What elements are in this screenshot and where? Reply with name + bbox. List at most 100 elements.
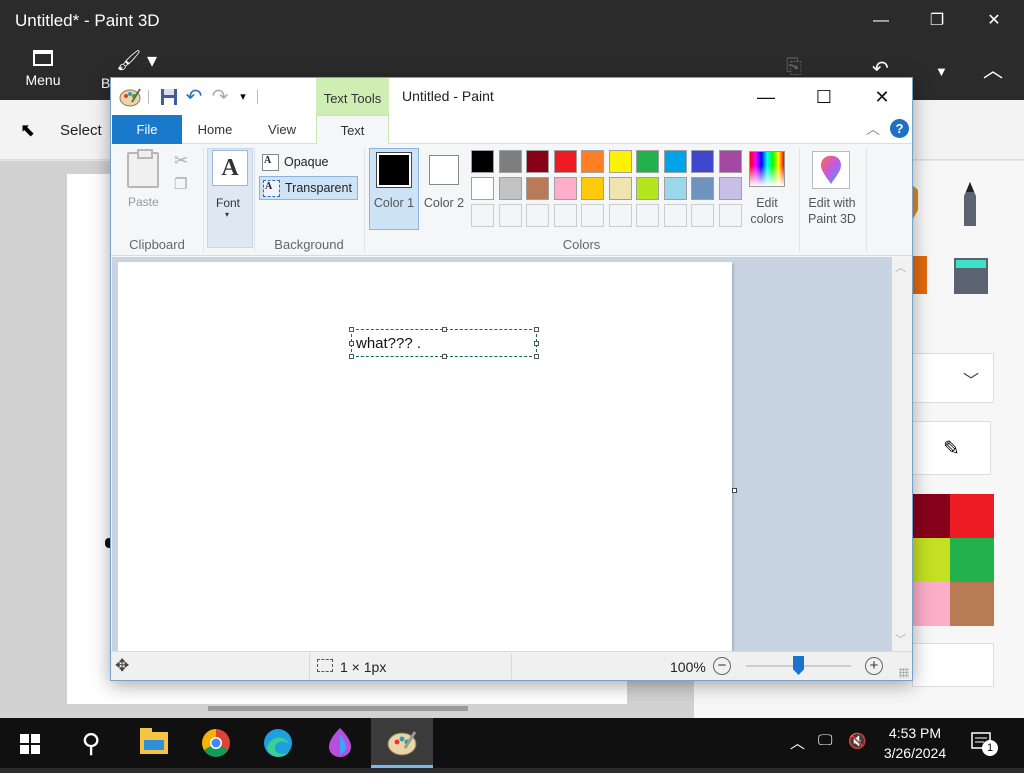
fill-bucket-icon[interactable] <box>952 252 990 296</box>
edge-icon[interactable] <box>247 718 309 768</box>
paste-button[interactable]: Paste <box>128 195 159 209</box>
color-swatch[interactable] <box>950 538 994 582</box>
tab-file[interactable]: File <box>112 115 182 144</box>
paste-icon[interactable]: ⎘ <box>786 56 802 79</box>
paint-app-icon[interactable] <box>119 86 141 108</box>
scroll-down-icon[interactable]: ﹀ <box>895 631 906 647</box>
paint-canvas[interactable]: what??? . <box>118 262 732 651</box>
palette-color-swatch[interactable] <box>526 204 549 227</box>
cursor-icon[interactable]: ⬉ <box>20 120 35 141</box>
palette-color-swatch[interactable] <box>691 150 714 173</box>
palette-color-swatch[interactable] <box>663 177 687 200</box>
notification-icon[interactable]: 1 <box>970 730 998 756</box>
clock[interactable]: 4:53 PM 3/26/2024 <box>875 723 955 763</box>
palette-color-swatch[interactable] <box>526 177 549 200</box>
resize-handle[interactable] <box>442 354 447 359</box>
palette-color-swatch[interactable] <box>636 150 659 173</box>
maximize-icon[interactable]: ☐ <box>804 84 844 110</box>
opaque-option[interactable]: A Opaque <box>259 151 358 175</box>
help-icon[interactable]: ? <box>890 119 909 138</box>
brush-type-dropdown[interactable]: ﹀ <box>912 353 994 403</box>
select-label[interactable]: Select <box>60 122 102 139</box>
canvas-text[interactable]: what??? . <box>356 335 421 352</box>
palette-color-swatch[interactable] <box>471 177 494 200</box>
tab-text[interactable]: Text <box>316 115 389 144</box>
vertical-scrollbar[interactable]: ︿ ﹀ <box>892 257 912 651</box>
minimize-icon[interactable]: — <box>746 84 786 110</box>
edit-with-paint3d-button[interactable]: Edit with Paint 3D <box>801 195 863 227</box>
text-box[interactable]: what??? . <box>349 327 539 359</box>
zoom-slider-thumb[interactable] <box>793 656 804 675</box>
pen-tool-icon[interactable] <box>958 182 982 228</box>
eyedropper-icon[interactable]: ✎ <box>912 421 991 475</box>
palette-color-swatch[interactable] <box>581 177 604 200</box>
save-icon[interactable] <box>159 87 179 107</box>
palette-color-swatch[interactable] <box>553 150 577 173</box>
palette-color-swatch[interactable] <box>553 204 577 227</box>
edit-colors-button[interactable]: Edit colors <box>739 195 795 227</box>
paint3d-panel-button[interactable] <box>912 643 994 687</box>
resize-handle[interactable] <box>349 341 354 346</box>
zoom-out-button[interactable]: − <box>713 657 731 675</box>
paint3d-taskbar-icon[interactable] <box>309 718 371 768</box>
palette-color-swatch[interactable] <box>691 177 714 200</box>
edit-colors-icon[interactable] <box>749 151 785 187</box>
palette-color-swatch[interactable] <box>498 150 522 173</box>
palette-color-swatch[interactable] <box>691 204 714 227</box>
zoom-in-button[interactable]: + <box>865 657 883 675</box>
search-icon[interactable]: ⚲ <box>60 718 122 768</box>
undo-icon[interactable]: ↶ <box>184 87 204 107</box>
palette-color-swatch[interactable] <box>498 177 522 200</box>
color2-label[interactable]: Color 2 <box>419 195 469 211</box>
resize-handle[interactable] <box>534 341 539 346</box>
scroll-up-icon[interactable]: ︿ <box>895 259 906 275</box>
show-hidden-icons[interactable]: ︿ <box>790 732 805 753</box>
paint-taskbar-icon[interactable] <box>371 718 433 768</box>
minimize-icon[interactable]: — <box>866 8 896 34</box>
spray-tool-icon[interactable] <box>912 250 928 296</box>
color-swatch[interactable] <box>950 582 994 626</box>
palette-color-swatch[interactable] <box>608 177 632 200</box>
palette-color-swatch[interactable] <box>471 204 494 227</box>
palette-color-swatch[interactable] <box>581 150 604 173</box>
volume-muted-icon[interactable]: 🔇 <box>848 732 867 750</box>
start-button[interactable] <box>0 718 62 768</box>
palette-color-swatch[interactable] <box>608 204 632 227</box>
customize-qat-icon[interactable]: ▾ <box>233 87 253 107</box>
transparent-option[interactable]: A Transparent <box>259 176 358 200</box>
close-icon[interactable]: ✕ <box>862 84 902 110</box>
resize-handle[interactable] <box>442 327 447 332</box>
horizontal-scrollbar[interactable] <box>208 706 468 711</box>
collapse-ribbon-icon[interactable]: ︿ <box>866 119 880 139</box>
palette-color-swatch[interactable] <box>526 150 549 173</box>
restore-icon[interactable]: ❐ <box>922 8 952 34</box>
palette-color-swatch[interactable] <box>636 177 659 200</box>
palette-color-swatch[interactable] <box>608 150 632 173</box>
chrome-icon[interactable] <box>185 718 247 768</box>
palette-color-swatch[interactable] <box>636 204 659 227</box>
palette-color-swatch[interactable] <box>471 150 494 173</box>
redo-icon[interactable]: ↷ <box>210 87 230 107</box>
copy-icon[interactable]: ❐ <box>174 175 187 193</box>
brushes-button[interactable]: 🖌 ▾ <box>100 48 157 73</box>
palette-color-swatch[interactable] <box>663 150 687 173</box>
paint3d-logo-icon[interactable] <box>812 151 850 189</box>
tab-home[interactable]: Home <box>187 115 243 144</box>
resize-handle[interactable] <box>349 327 354 332</box>
palette-color-swatch[interactable] <box>581 204 604 227</box>
resize-grip[interactable] <box>899 668 909 678</box>
palette-color-swatch[interactable] <box>553 177 577 200</box>
resize-handle[interactable] <box>534 327 539 332</box>
resize-handle[interactable] <box>349 354 354 359</box>
color-swatch[interactable] <box>950 494 994 538</box>
close-icon[interactable]: ✕ <box>979 8 1009 34</box>
chevron-up-icon[interactable]: ︿ <box>983 54 1003 83</box>
menu-button[interactable]: Menu <box>18 48 68 88</box>
tab-view[interactable]: View <box>254 115 310 144</box>
network-icon[interactable]: 🖵 <box>818 732 832 749</box>
resize-handle[interactable] <box>534 354 539 359</box>
palette-color-swatch[interactable] <box>498 204 522 227</box>
chevron-down-icon[interactable]: ▼ <box>935 64 948 79</box>
scissors-icon[interactable]: ✂ <box>174 151 188 171</box>
palette-color-swatch[interactable] <box>718 150 742 173</box>
